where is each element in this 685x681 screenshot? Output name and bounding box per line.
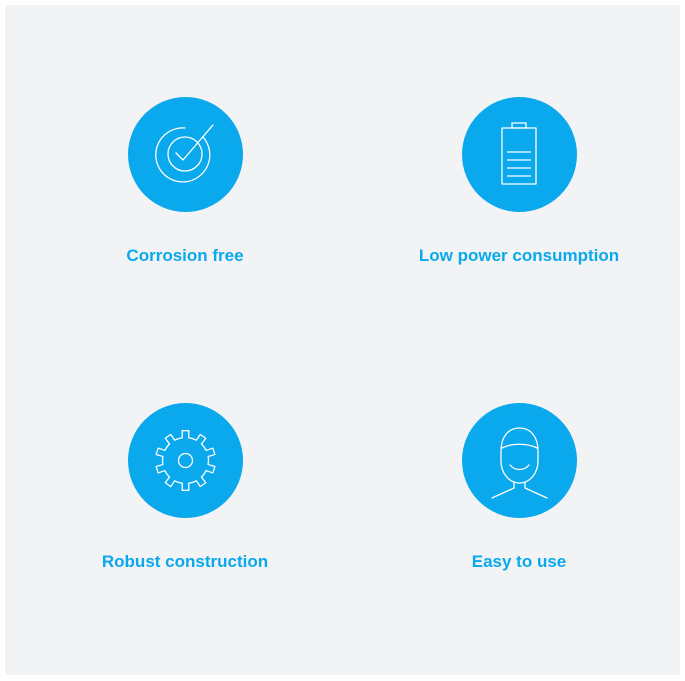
feature-label: Corrosion free [126, 246, 244, 265]
feature-icon-circle [127, 97, 243, 212]
features-panel: Corrosion free Low power consumption Rob… [5, 5, 680, 675]
battery-icon [500, 122, 537, 185]
feature-corrosion-free: Corrosion free [65, 97, 305, 269]
feature-label: Low power consumption [418, 246, 620, 265]
gear-icon [154, 430, 216, 491]
smiling-face-icon [490, 427, 548, 499]
feature-icon-circle [461, 403, 577, 518]
feature-label: Easy to use [471, 552, 567, 571]
feature-icon-circle [127, 403, 243, 518]
feature-label: Robust construction [101, 552, 269, 571]
feature-easy-to-use: Easy to use [399, 403, 639, 575]
feature-icon-circle [461, 97, 577, 212]
feature-robust-construction: Robust construction [65, 403, 305, 575]
target-check-icon [154, 124, 214, 183]
feature-low-power: Low power consumption [399, 97, 639, 269]
